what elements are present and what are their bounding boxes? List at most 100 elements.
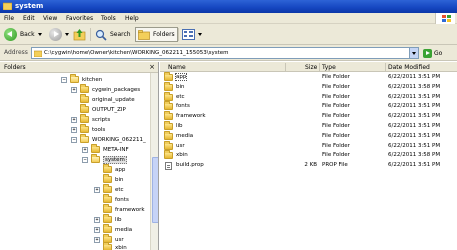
tree-item-cygwin-packages[interactable]: + cygwin_packages	[71, 84, 140, 94]
tree-item-etc[interactable]: + etc	[94, 184, 124, 194]
expand-icon[interactable]: +	[94, 216, 100, 223]
column-divider[interactable]	[385, 63, 386, 71]
tree-item-label: WORKING_062211_	[92, 136, 146, 143]
column-header-size[interactable]: Size	[305, 64, 317, 71]
file-row[interactable]: lib File Folder 6/22/2011 3:51 PM	[160, 121, 457, 131]
file-row[interactable]: etc File Folder 6/22/2011 3:51 PM	[160, 91, 457, 102]
folder-icon	[80, 124, 89, 133]
tree-item-lib[interactable]: + lib	[94, 214, 122, 224]
column-header-date-modified[interactable]: Date Modified	[388, 64, 430, 71]
file-row[interactable]: fonts File Folder 6/22/2011 3:51 PM	[160, 101, 457, 111]
file-list-pane: Name Size Type Date Modified app File Fol…	[160, 62, 457, 250]
tree-item-label: original_update	[92, 96, 135, 103]
tree-item-original-update[interactable]: original_update	[80, 94, 135, 104]
tree-item-media[interactable]: + media	[94, 224, 132, 234]
go-button[interactable]: Go	[423, 48, 442, 58]
folder-icon	[103, 224, 112, 233]
menu-favorites[interactable]: Favorites	[66, 15, 93, 22]
collapse-icon[interactable]: −	[71, 136, 77, 143]
folders-label: Folders	[153, 31, 175, 38]
expand-icon[interactable]: +	[71, 86, 77, 93]
folder-icon	[103, 194, 112, 203]
file-name: app	[174, 73, 188, 81]
collapse-icon[interactable]: −	[61, 76, 67, 83]
tree-item-label: app	[115, 166, 126, 173]
go-label: Go	[434, 49, 443, 57]
tree-item-kitchen[interactable]: − kitchen	[61, 74, 102, 84]
menu-file[interactable]: File	[4, 15, 14, 22]
back-label: Back	[20, 31, 35, 38]
folder-icon	[80, 94, 89, 103]
vertical-scrollbar[interactable]	[150, 73, 158, 250]
folders-pane-header: Folders ×	[0, 62, 158, 73]
tree-item-scripts[interactable]: + scripts	[71, 114, 110, 124]
folder-icon	[80, 84, 89, 93]
tree-item-app[interactable]: app	[103, 164, 126, 174]
folder-icon	[103, 174, 112, 183]
tree-item-label: OUTPUT_ZIP	[92, 106, 126, 113]
file-row[interactable]: app File Folder 6/22/2011 3:51 PM	[160, 72, 457, 82]
forward-button[interactable]	[49, 27, 69, 42]
menu-view[interactable]: View	[43, 15, 57, 22]
close-icon[interactable]: ×	[149, 63, 155, 71]
tree-item-meta-inf[interactable]: + META-INF	[82, 144, 129, 154]
title-bar: system	[0, 0, 457, 13]
file-row[interactable]: xbin File Folder 6/22/2011 3:58 PM	[160, 150, 457, 160]
views-button[interactable]	[182, 27, 202, 42]
address-label: Address	[4, 49, 28, 56]
tree-item-framework[interactable]: framework	[103, 204, 145, 214]
menu-tools[interactable]: Tools	[101, 15, 116, 22]
folder-icon	[91, 144, 100, 153]
up-folder-button[interactable]	[73, 27, 86, 42]
folder-icon	[80, 114, 89, 123]
folder-icon	[34, 50, 42, 57]
column-header-name[interactable]: Name	[168, 64, 186, 71]
folders-button[interactable]: Folders	[135, 27, 178, 42]
column-divider[interactable]	[285, 63, 286, 71]
folder-icon	[164, 81, 173, 91]
file-date-modified: 6/22/2011 3:51 PM	[388, 123, 441, 129]
tree-item-label: META-INF	[103, 146, 129, 153]
file-row[interactable]: framework File Folder 6/22/2011 3:51 PM	[160, 111, 457, 121]
tree-item-bin[interactable]: bin	[103, 174, 124, 184]
file-row[interactable]: build.prop 2 KB PROP File 6/22/2011 3:51 PM	[160, 161, 457, 171]
collapse-icon[interactable]: −	[82, 156, 88, 163]
expand-icon[interactable]: +	[94, 236, 100, 243]
menu-edit[interactable]: Edit	[23, 15, 35, 22]
expand-icon[interactable]: +	[94, 186, 100, 193]
address-dropdown-button[interactable]	[409, 48, 418, 58]
file-row[interactable]: media File Folder 6/22/2011 3:51 PM	[160, 130, 457, 141]
expand-icon[interactable]: +	[94, 226, 100, 233]
file-name: framework	[176, 113, 206, 120]
file-row[interactable]: bin File Folder 6/22/2011 3:58 PM	[160, 81, 457, 92]
address-input[interactable]: C:\cygwin\home\Owner\kitchen\WORKING_062…	[31, 47, 419, 59]
up-folder-icon	[73, 29, 86, 41]
file-type: File Folder	[322, 83, 350, 90]
expand-icon[interactable]: +	[82, 146, 88, 153]
file-date-modified: 6/22/2011 3:58 PM	[388, 83, 441, 90]
expand-icon[interactable]: +	[71, 126, 77, 133]
folder-icon	[103, 164, 112, 173]
tree-item-xbin[interactable]: xbin	[103, 242, 127, 250]
chevron-down-icon[interactable]	[65, 33, 69, 36]
column-divider[interactable]	[319, 63, 320, 71]
tree-item-output-zip[interactable]: OUTPUT_ZIP	[80, 104, 126, 114]
file-type: File Folder	[322, 113, 350, 120]
back-button[interactable]: Back	[4, 27, 42, 42]
tree-item-tools[interactable]: + tools	[71, 124, 105, 134]
expand-icon[interactable]: +	[71, 116, 77, 123]
column-header-type[interactable]: Type	[322, 64, 336, 71]
tree-item-system[interactable]: − system	[82, 154, 127, 164]
file-name: etc	[176, 93, 185, 100]
file-type: File Folder	[322, 123, 350, 129]
tree-item-working[interactable]: − WORKING_062211_	[71, 134, 146, 144]
file-row[interactable]: usr File Folder 6/22/2011 3:51 PM	[160, 140, 457, 151]
file-date-modified: 6/22/2011 3:51 PM	[388, 74, 441, 80]
scrollbar-thumb[interactable]	[152, 157, 158, 223]
chevron-down-icon[interactable]	[198, 33, 202, 36]
chevron-down-icon[interactable]	[37, 33, 42, 36]
search-button[interactable]: Search	[95, 27, 131, 42]
file-type: File Folder	[322, 103, 350, 110]
menu-help[interactable]: Help	[125, 15, 139, 22]
tree-item-fonts[interactable]: fonts	[103, 194, 129, 204]
